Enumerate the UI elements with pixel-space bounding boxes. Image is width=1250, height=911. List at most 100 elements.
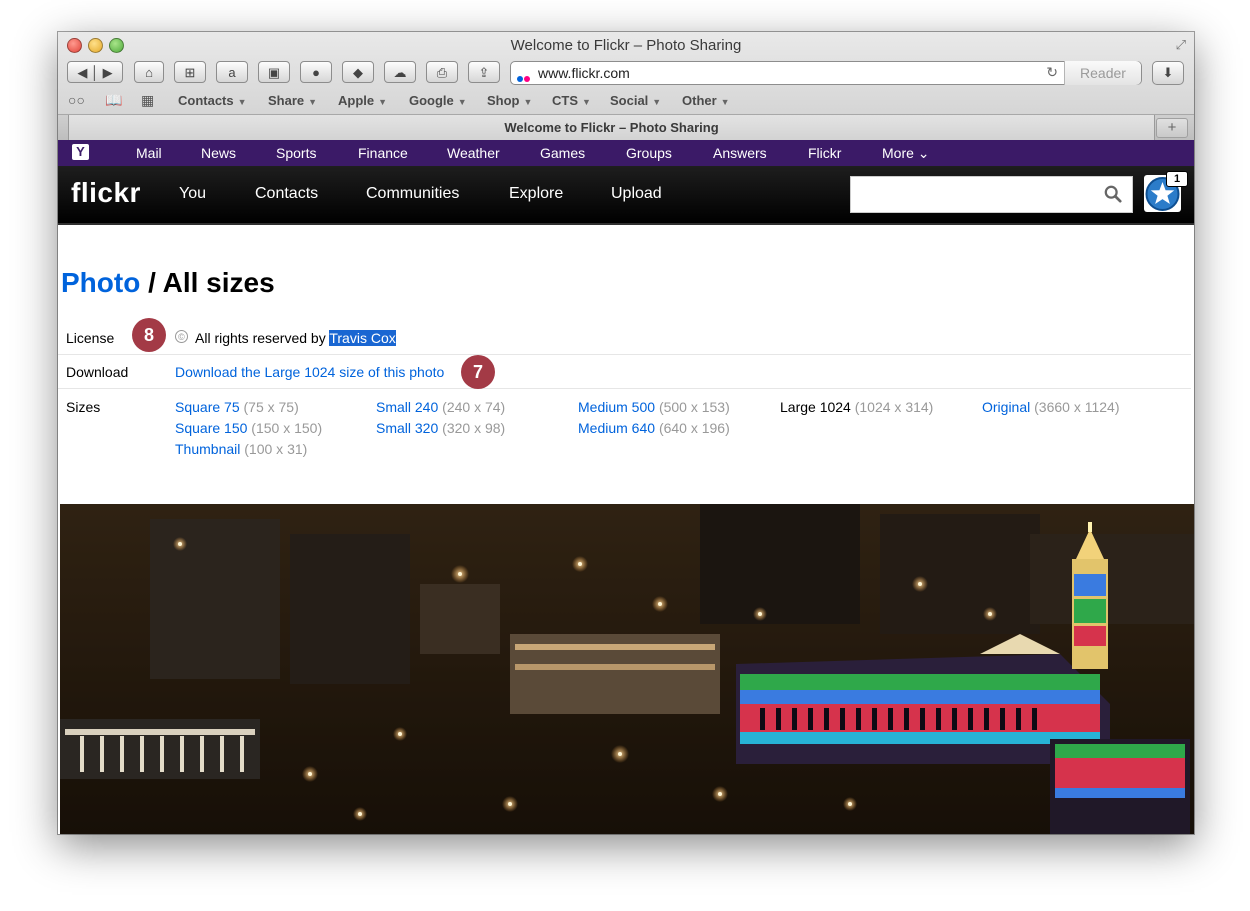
yahoo-link-games[interactable]: Games: [540, 145, 585, 161]
download-link[interactable]: Download the Large 1024 size of this pho…: [175, 364, 444, 380]
yahoo-link-mail[interactable]: Mail: [136, 145, 162, 161]
reader-button[interactable]: Reader: [1064, 61, 1141, 85]
size-dims: (3660 x 1124): [1034, 399, 1120, 415]
search-input[interactable]: [857, 177, 1101, 212]
size-square-75[interactable]: Square 75 (75 x 75): [175, 399, 299, 415]
yahoo-logo[interactable]: Y: [72, 144, 89, 160]
browser-chrome: Welcome to Flickr – Photo Sharing ⤢ ◀ │ …: [58, 32, 1194, 141]
callout-badge-8: 8: [132, 318, 166, 352]
flickr-favicon-icon: [517, 69, 531, 82]
home-button[interactable]: ⌂: [134, 61, 164, 83]
sizes-row: Sizes Square 75 (75 x 75) Square 150 (15…: [58, 388, 1191, 468]
amazon-icon: a: [228, 65, 236, 80]
owner-link[interactable]: Travis Cox: [329, 330, 396, 346]
size-name[interactable]: Original: [982, 399, 1030, 415]
url-text[interactable]: www.flickr.com: [538, 65, 630, 81]
bookmark-social[interactable]: Social ▼: [610, 93, 661, 108]
size-dims: (100 x 31): [244, 441, 308, 457]
page-title: Photo / All sizes: [61, 267, 275, 299]
size-name[interactable]: Medium 500: [578, 399, 655, 415]
photo-image[interactable]: [60, 504, 1194, 834]
cloud-button[interactable]: ☁: [384, 61, 416, 83]
print-icon: ⎙: [436, 65, 448, 80]
size-thumbnail[interactable]: Thumbnail (100 x 31): [175, 441, 307, 457]
home-icon: ⌂: [145, 65, 153, 80]
address-bar[interactable]: www.flickr.com ↻ Reader: [510, 61, 1142, 85]
size-medium-500[interactable]: Medium 500 (500 x 153): [578, 399, 730, 415]
photo-link[interactable]: Photo: [61, 267, 140, 298]
size-name[interactable]: Small 320: [376, 420, 438, 436]
size-dims: (150 x 150): [251, 420, 323, 436]
nav-you[interactable]: You: [179, 185, 206, 203]
bookmark-shop[interactable]: Shop ▼: [487, 93, 532, 108]
nav-contacts[interactable]: Contacts: [255, 185, 318, 203]
size-name[interactable]: Square 75: [175, 399, 240, 415]
bookmark-label: CTS: [552, 93, 578, 108]
size-name: Large 1024: [780, 399, 851, 415]
amazon-button[interactable]: a: [216, 61, 248, 83]
extension-button[interactable]: ●: [300, 61, 332, 83]
yahoo-link-sports[interactable]: Sports: [276, 145, 316, 161]
nav-explore[interactable]: Explore: [509, 185, 563, 203]
yahoo-link-answers[interactable]: Answers: [713, 145, 767, 161]
print-button[interactable]: ⎙: [426, 61, 458, 83]
search-icon[interactable]: [1104, 185, 1122, 203]
fullscreen-icon[interactable]: ⤢: [1176, 37, 1186, 53]
yahoo-link-groups[interactable]: Groups: [626, 145, 672, 161]
share-button[interactable]: ⇪: [468, 61, 500, 83]
bookmark-label: Share: [268, 93, 305, 108]
size-dims: (320 x 98): [442, 420, 506, 436]
add-bookmark-button[interactable]: ⊞: [174, 61, 206, 83]
callout-badge-7: 7: [461, 355, 495, 389]
chevron-down-icon: ▼: [652, 97, 662, 107]
downloads-button[interactable]: ⬇: [1152, 61, 1184, 85]
sizes-label: Sizes: [66, 399, 101, 415]
yahoo-link-flickr[interactable]: Flickr: [808, 145, 841, 161]
cloud-icon: ☁: [393, 65, 407, 80]
bookmark-contacts[interactable]: Contacts ▼: [178, 93, 247, 108]
title-bar: Welcome to Flickr – Photo Sharing ⤢: [58, 32, 1194, 58]
new-tab-button[interactable]: +: [1156, 118, 1188, 138]
license-text: All rights reserved by Travis Cox: [195, 330, 396, 346]
tab-active[interactable]: Welcome to Flickr – Photo Sharing: [68, 115, 1155, 140]
chevron-down-icon: ▼: [523, 97, 533, 107]
back-forward-buttons[interactable]: ◀ │ ▶: [67, 61, 123, 83]
yahoo-link-news[interactable]: News: [201, 145, 236, 161]
yahoo-link-weather[interactable]: Weather: [447, 145, 500, 161]
yahoo-link-more[interactable]: More ⌄: [882, 145, 930, 162]
size-original[interactable]: Original (3660 x 1124): [982, 399, 1120, 415]
forward-arrow-icon[interactable]: ▶: [103, 65, 113, 80]
clip-button[interactable]: ▣: [258, 61, 290, 83]
size-small-240[interactable]: Small 240 (240 x 74): [376, 399, 505, 415]
bookmarks-book-icon[interactable]: 📖: [105, 92, 122, 109]
size-name[interactable]: Square 150: [175, 420, 247, 436]
evernote-button[interactable]: ◆: [342, 61, 374, 83]
size-name[interactable]: Medium 640: [578, 420, 655, 436]
circle-icon: ●: [312, 65, 320, 80]
size-dims: (75 x 75): [243, 399, 299, 415]
page-title-rest: / All sizes: [140, 267, 275, 298]
bookmark-google[interactable]: Google ▼: [409, 93, 467, 108]
nav-communities[interactable]: Communities: [366, 185, 459, 203]
nav-upload[interactable]: Upload: [611, 185, 662, 203]
notification-badge[interactable]: 1: [1166, 171, 1188, 187]
bookmark-apple[interactable]: Apple ▼: [338, 93, 387, 108]
bookmarks-bar: ○○ 📖 ▦ Contacts ▼ Share ▼ Apple ▼ Google ▼ S…: [58, 91, 1194, 111]
browser-toolbar: ◀ │ ▶ ⌂ ⊞ a ▣ ● ◆ ☁ ⎙ ⇪ www.flickr.com ↻…: [58, 59, 1194, 89]
top-sites-grid-icon[interactable]: ▦: [141, 92, 154, 109]
bookmark-other[interactable]: Other ▼: [682, 93, 730, 108]
size-small-320[interactable]: Small 320 (320 x 98): [376, 420, 505, 436]
chevron-down-icon: ▼: [457, 97, 467, 107]
back-arrow-icon[interactable]: ◀: [77, 65, 87, 80]
yahoo-nav-bar: Y Mail News Sports Finance Weather Games…: [58, 140, 1194, 166]
size-medium-640[interactable]: Medium 640 (640 x 196): [578, 420, 730, 436]
flickr-logo[interactable]: flickr: [71, 177, 141, 209]
size-name[interactable]: Small 240: [376, 399, 438, 415]
bookmark-cts[interactable]: CTS ▼: [552, 93, 591, 108]
bookmark-share[interactable]: Share ▼: [268, 93, 317, 108]
size-name[interactable]: Thumbnail: [175, 441, 240, 457]
reading-list-icon[interactable]: ○○: [68, 92, 85, 108]
yahoo-link-finance[interactable]: Finance: [358, 145, 408, 161]
reload-icon[interactable]: ↻: [1046, 64, 1058, 81]
size-square-150[interactable]: Square 150 (150 x 150): [175, 420, 322, 436]
